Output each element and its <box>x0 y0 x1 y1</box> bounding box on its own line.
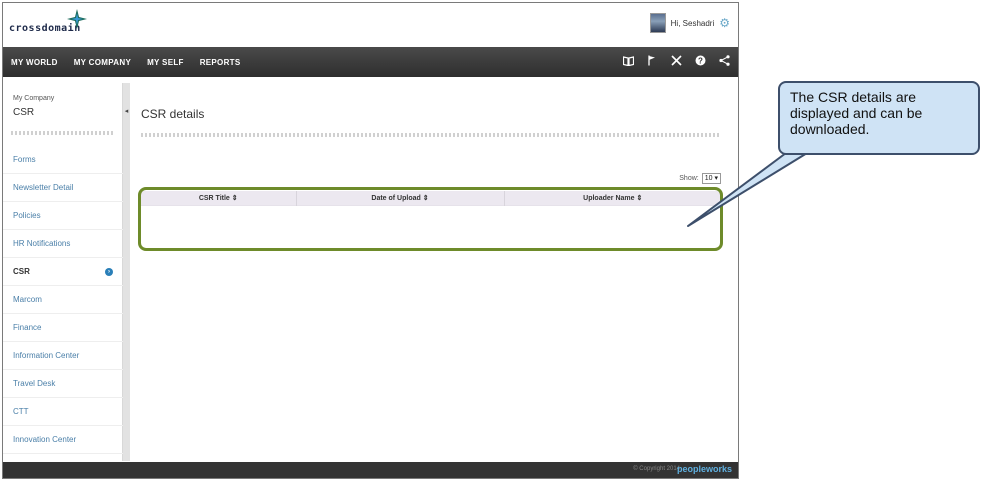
sidebar-item-label: Travel Desk <box>13 379 56 388</box>
main-content: CSR details Show: 10 ▾ CSR Title ⇕ Date … <box>131 83 736 461</box>
sidebar-item-label: Marcom <box>13 295 42 304</box>
sidebar-item-policies[interactable]: Policies <box>3 202 123 230</box>
nav-item-my-world[interactable]: MY WORLD <box>3 58 66 67</box>
sidebar-item-newsletter-detail[interactable]: Newsletter Detail <box>3 174 123 202</box>
nav-item-reports[interactable]: REPORTS <box>192 58 249 67</box>
sidebar-item-label: CTT <box>13 407 29 416</box>
sidebar-item-label: Newsletter Detail <box>13 183 74 192</box>
copyright-text: © Copyright 2014 <box>633 466 680 472</box>
sidebar-item-label: Innovation Center <box>13 435 77 444</box>
flag-icon[interactable] <box>646 55 658 69</box>
sidebar-item-hr-notifications[interactable]: HR Notifications <box>3 230 123 258</box>
app-header: crossdomain Hi, Seshadri ⚙ <box>3 3 738 47</box>
gear-icon[interactable]: ⚙ <box>719 16 730 30</box>
sidebar-subtitle: My Company <box>13 95 55 102</box>
sidebar-title: CSR <box>13 107 35 118</box>
sidebar-item-csr[interactable]: CSR › <box>3 258 123 286</box>
sidebar-collapse-handle[interactable]: ◂ <box>123 83 130 461</box>
sidebar-item-label: Finance <box>13 323 42 332</box>
sidebar-item-information-center[interactable]: Information Center <box>3 342 123 370</box>
sidebar: My Company CSR Forms Newsletter Detail P… <box>3 83 123 461</box>
logo-mark-icon <box>67 9 87 29</box>
sidebar-item-travel-desk[interactable]: Travel Desk <box>3 370 123 398</box>
sidebar-item-label: HR Notifications <box>13 239 71 248</box>
sidebar-divider <box>11 131 115 135</box>
sidebar-item-ctt[interactable]: CTT <box>3 398 123 426</box>
help-icon[interactable]: ? <box>694 55 706 69</box>
app-window: crossdomain Hi, Seshadri ⚙ MY WORLD MY C… <box>2 2 739 479</box>
sidebar-item-finance[interactable]: Finance <box>3 314 123 342</box>
sidebar-item-forms[interactable]: Forms <box>3 146 123 174</box>
footer-brand-logo: peopleworks <box>676 464 732 474</box>
page-size-control: Show: 10 ▾ <box>679 173 721 184</box>
sidebar-item-marcom[interactable]: Marcom <box>3 286 123 314</box>
sidebar-item-label: CSR <box>13 267 30 276</box>
app-footer: © Copyright 2014 peopleworks <box>3 462 738 478</box>
content-divider <box>141 133 721 137</box>
avatar[interactable] <box>649 13 666 33</box>
svg-text:?: ? <box>698 57 703 66</box>
page-size-value: 10 <box>704 175 713 182</box>
active-arrow-icon: › <box>105 268 113 276</box>
table-highlight-box <box>138 187 723 251</box>
page-title: CSR details <box>141 107 205 121</box>
sidebar-item-label: Information Center <box>13 351 80 360</box>
tools-icon[interactable] <box>670 55 682 69</box>
main-nav: MY WORLD MY COMPANY MY SELF REPORTS ? <box>3 47 738 77</box>
sidebar-item-innovation-center[interactable]: Innovation Center <box>3 426 123 454</box>
sidebar-item-label: Policies <box>13 211 41 220</box>
user-area: Hi, Seshadri ⚙ <box>649 13 730 33</box>
callout-text: The CSR details are displayed and can be… <box>790 89 923 137</box>
page-size-select[interactable]: 10 ▾ <box>701 173 721 184</box>
share-icon[interactable] <box>718 55 730 69</box>
nav-icons: ? <box>622 47 730 77</box>
user-greeting: Hi, Seshadri <box>670 18 715 28</box>
nav-item-my-company[interactable]: MY COMPANY <box>66 58 139 67</box>
chevron-left-icon: ◂ <box>124 108 129 115</box>
callout-box: The CSR details are displayed and can be… <box>778 81 980 155</box>
sidebar-item-label: Forms <box>13 155 36 164</box>
sidebar-list: Forms Newsletter Detail Policies HR Noti… <box>3 146 123 454</box>
company-logo[interactable]: crossdomain <box>9 7 99 41</box>
book-icon[interactable] <box>622 55 634 69</box>
show-label: Show: <box>679 175 699 182</box>
nav-item-my-self[interactable]: MY SELF <box>139 58 192 67</box>
